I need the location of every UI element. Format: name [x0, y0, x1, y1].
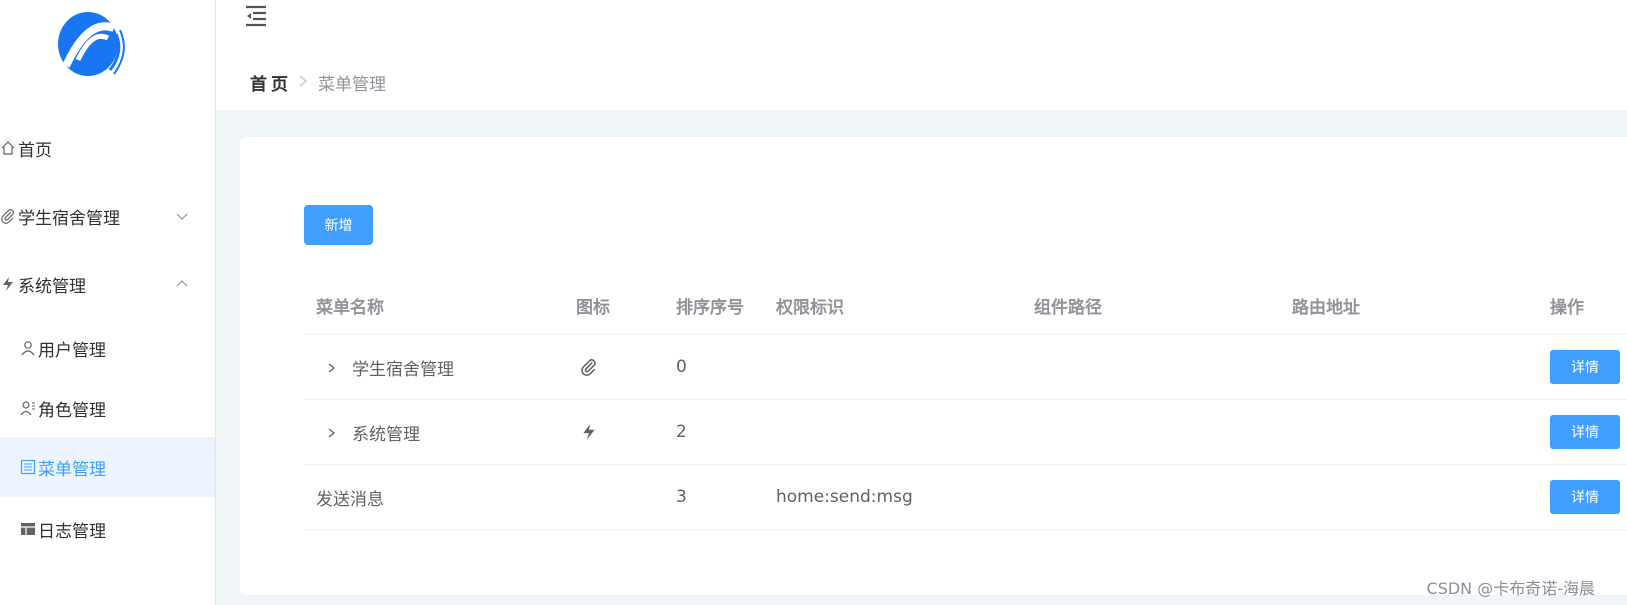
chevron-right-icon: [298, 74, 308, 92]
sidebar-item-menus[interactable]: 菜单管理: [0, 437, 215, 497]
sidebar-item-home[interactable]: 首页: [0, 118, 215, 178]
header-component: 组件路径: [1034, 298, 1102, 318]
paperclip-icon: [580, 358, 598, 376]
sidebar-item-label: 学生宿舍管理: [18, 208, 120, 229]
detail-button[interactable]: 详情: [1550, 480, 1620, 514]
order-cell: 3: [676, 487, 687, 507]
sidebar-item-logs[interactable]: 日志管理: [0, 499, 215, 559]
lightning-icon: [580, 423, 598, 441]
name-cell: 系统管理: [316, 400, 420, 464]
breadcrumb-home[interactable]: 首页: [250, 70, 292, 95]
app-logo: [52, 8, 128, 80]
expand-chevron-icon[interactable]: [324, 425, 338, 439]
sidebar-item-label: 用户管理: [38, 340, 106, 361]
header-order: 排序序号: [676, 298, 744, 318]
chevron-up-icon: [175, 276, 189, 290]
lightning-icon: [0, 276, 16, 292]
actions-cell: 详情: [1550, 335, 1620, 399]
home-icon: [0, 140, 16, 156]
sidebar-item-label: 系统管理: [18, 276, 86, 297]
menu-name: 发送消息: [316, 489, 384, 510]
menu-name: 学生宿舍管理: [352, 359, 454, 380]
header-actions: 操作: [1550, 298, 1584, 318]
header-route: 路由地址: [1292, 298, 1360, 318]
header-name: 菜单名称: [316, 298, 384, 318]
sidebar-item-users[interactable]: 用户管理: [0, 318, 215, 378]
table-icon: [20, 521, 36, 537]
name-cell: 学生宿舍管理: [316, 335, 454, 399]
table-row: 系统管理 2 详情: [304, 400, 1627, 465]
watermark-text: CSDN @卡布奇诺-海晨: [1426, 579, 1595, 598]
collapse-menu-icon[interactable]: [244, 4, 268, 28]
content-card: 新增 菜单名称 图标 排序序号 权限标识 组件路径 路由地址 操作 学生宿舍管理: [240, 137, 1627, 595]
sidebar-item-roles[interactable]: 角色管理: [0, 378, 215, 438]
sidebar: 首页 学生宿舍管理 系统管理 用户管理 角色管理 菜单管理 日志管理: [0, 0, 216, 605]
header-icon: 图标: [576, 298, 610, 318]
menu-name: 系统管理: [352, 424, 420, 445]
table-row: 发送消息 3 home:send:msg 详情: [304, 465, 1627, 530]
order-cell: 2: [676, 422, 687, 442]
detail-button[interactable]: 详情: [1550, 350, 1620, 384]
top-header: 首页 菜单管理: [216, 0, 1627, 110]
actions-cell: 详情: [1550, 465, 1620, 529]
permission-cell: home:send:msg: [776, 487, 913, 507]
icon-cell: [576, 400, 598, 464]
sidebar-item-label: 角色管理: [38, 400, 106, 421]
user-icon: [20, 340, 36, 356]
header-permission: 权限标识: [776, 298, 844, 318]
name-cell: 发送消息: [316, 465, 384, 529]
sidebar-item-label: 日志管理: [38, 521, 106, 542]
breadcrumb: 首页 菜单管理: [250, 70, 386, 95]
user-role-icon: [20, 400, 36, 416]
actions-cell: 详情: [1550, 400, 1620, 464]
expand-chevron-icon[interactable]: [324, 360, 338, 374]
table-row: 学生宿舍管理 0 详情: [304, 335, 1627, 400]
icon-cell: [576, 335, 598, 399]
paperclip-icon: [0, 208, 16, 224]
sidebar-item-system[interactable]: 系统管理: [0, 254, 215, 314]
sidebar-item-label: 首页: [18, 140, 52, 161]
detail-button[interactable]: 详情: [1550, 415, 1620, 449]
sidebar-item-dorm[interactable]: 学生宿舍管理: [0, 186, 215, 246]
add-button[interactable]: 新增: [304, 205, 373, 245]
list-icon: [20, 459, 36, 475]
menu-table: 菜单名称 图标 排序序号 权限标识 组件路径 路由地址 操作 学生宿舍管理 0: [304, 277, 1627, 530]
sidebar-item-label: 菜单管理: [38, 459, 106, 480]
chevron-down-icon: [175, 208, 189, 222]
breadcrumb-current: 菜单管理: [318, 75, 386, 95]
table-header: 菜单名称 图标 排序序号 权限标识 组件路径 路由地址 操作: [304, 277, 1627, 335]
order-cell: 0: [676, 357, 687, 377]
